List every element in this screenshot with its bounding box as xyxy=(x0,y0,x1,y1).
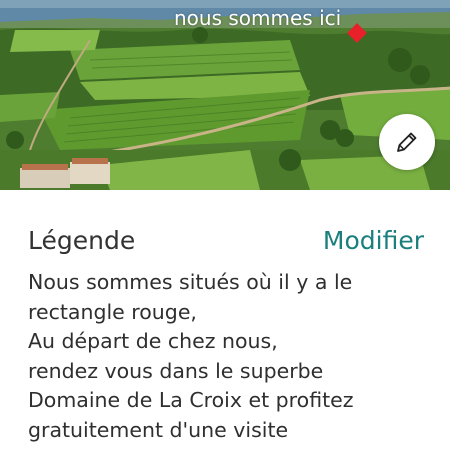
caption-line: gratuitement d'une visite xyxy=(28,417,289,442)
location-overlay-label: nous sommes ici xyxy=(174,6,342,30)
caption-line: rectangle rouge, xyxy=(28,299,197,324)
caption-line: Domaine de La Croix et profitez xyxy=(28,388,354,412)
caption-line: Nous sommes situés où il y a le xyxy=(28,270,353,294)
modify-button[interactable]: Modifier xyxy=(323,226,424,256)
pencil-icon xyxy=(397,132,417,152)
caption-line: rendez vous dans le superbe xyxy=(28,358,324,383)
caption-line: Au départ de chez nous, xyxy=(28,329,278,353)
legend-caption: Nous sommes situés où il y a le rectangl… xyxy=(28,268,428,445)
legend-title: Légende xyxy=(28,226,136,255)
edit-photo-button[interactable] xyxy=(379,114,435,170)
